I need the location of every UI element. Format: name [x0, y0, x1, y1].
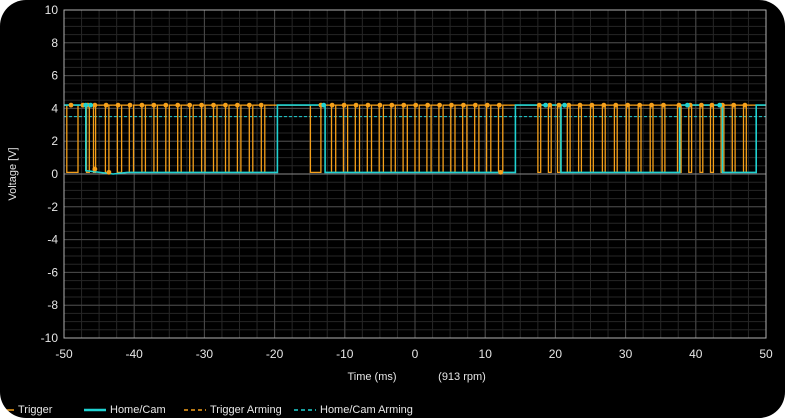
x-tick-label: -10: [336, 347, 354, 361]
trigger-marker: [68, 102, 74, 108]
trigger-marker: [329, 102, 335, 108]
trigger-marker: [106, 169, 112, 175]
trigger-marker: [425, 102, 431, 108]
legend-label-trigger-arming: Trigger Arming: [210, 404, 282, 416]
trigger-marker: [163, 102, 169, 108]
voltage-time-chart: -50 -40 -30 -20 -10 0 10 20 30 40 501086420-2-4-6-…: [7, 3, 773, 383]
homecam-marker: [562, 102, 567, 108]
trigger-marker: [536, 102, 542, 108]
trigger-marker: [353, 102, 359, 108]
trigger-marker: [341, 102, 347, 108]
x-tick-label: -20: [266, 347, 284, 361]
y-tick-label: -10: [41, 331, 59, 345]
y-tick-label: 8: [51, 36, 58, 50]
y-tick-label: 4: [51, 101, 58, 115]
legend-swatch-homecam: [84, 405, 106, 415]
homecam-marker: [83, 102, 89, 108]
trigger-marker: [377, 102, 383, 108]
homecam-marker: [684, 102, 690, 108]
trigger-marker: [637, 102, 643, 108]
trigger-marker: [211, 102, 216, 108]
trigger-marker: [601, 102, 607, 108]
y-tick-label: 0: [51, 167, 58, 181]
trigger-marker: [92, 102, 98, 108]
trigger-marker: [115, 102, 121, 108]
trigger-marker: [401, 102, 407, 108]
trigger-marker: [103, 102, 109, 108]
legend-item-homecam[interactable]: Home/Cam: [84, 402, 166, 418]
legend-label-homecam-arming: Home/Cam Arming: [320, 404, 413, 416]
grid: [63, 9, 767, 339]
trigger-marker: [484, 102, 490, 108]
x-tick-label: -30: [196, 347, 214, 361]
legend-swatch-trigger: [0, 405, 14, 415]
homecam-marker: [88, 102, 94, 108]
trigger-marker: [199, 102, 204, 108]
trigger-marker: [258, 102, 264, 108]
legend-swatch-trigger-arming: [184, 405, 206, 415]
x-tick-label: -50: [55, 347, 73, 361]
trigger-marker: [437, 102, 442, 108]
homecam-marker: [717, 102, 723, 108]
legend-item-trigger[interactable]: Trigger: [0, 402, 52, 418]
trigger-marker: [246, 102, 252, 108]
trigger-marker: [699, 102, 704, 108]
x-tick-label: 10: [479, 347, 493, 361]
y-tick-label: 6: [51, 69, 58, 83]
x-tick-label: 20: [549, 347, 563, 361]
homecam-marker: [321, 102, 327, 108]
x-tick-label: 50: [759, 347, 773, 361]
legend-item-homecam-arming[interactable]: Home/Cam Arming: [294, 402, 413, 418]
trigger-marker: [661, 102, 666, 108]
y-tick-label: -4: [47, 233, 58, 247]
x-tick-label: 30: [619, 347, 633, 361]
trigger-marker: [187, 102, 193, 108]
trigger-marker: [389, 102, 395, 108]
trigger-marker: [127, 102, 133, 108]
trigger-marker: [709, 102, 715, 108]
trigger-marker: [625, 102, 631, 108]
trigger-marker: [547, 102, 553, 108]
legend-item-trigger-arming[interactable]: Trigger Arming: [184, 402, 282, 418]
x-axis-rpm-note: (913 rpm): [438, 371, 486, 383]
y-tick-label: -8: [47, 298, 58, 312]
legend: Trigger Home/Cam Trigger Arming Home/Cam…: [0, 402, 785, 418]
x-axis-label: Time (ms): [347, 371, 396, 383]
trigger-marker: [449, 102, 454, 108]
trigger-marker: [556, 102, 562, 108]
trigger-marker: [461, 102, 466, 108]
trigger-marker: [676, 102, 682, 108]
chart-panel: -50 -40 -30 -20 -10 0 10 20 30 40 50 10 8 6 4 2 0 -2 -4 -6-…: [0, 0, 785, 418]
trigger-marker: [496, 102, 502, 108]
y-axis-label: Voltage [V]: [7, 147, 19, 200]
trigger-marker: [649, 102, 654, 108]
y-tick-label: 10: [45, 3, 59, 17]
trigger-marker: [742, 102, 748, 108]
x-tick-label: 0: [412, 347, 419, 361]
trigger-marker: [589, 102, 595, 108]
homecam-marker: [543, 102, 548, 108]
legend-label-trigger: Trigger: [18, 404, 53, 416]
trigger-marker: [498, 169, 504, 175]
trigger-marker: [223, 102, 228, 108]
trigger-marker: [577, 102, 583, 108]
trigger-marker: [566, 102, 572, 108]
y-tick-label: 2: [51, 134, 58, 148]
legend-label-homecam: Home/Cam: [110, 404, 166, 416]
trigger-marker: [139, 102, 145, 108]
legend-swatch-homecam-arming: [294, 405, 316, 415]
trigger-marker: [613, 102, 619, 108]
trigger-marker: [175, 102, 181, 108]
trigger-marker: [151, 102, 157, 108]
x-tick-label: -40: [126, 347, 144, 361]
trigger-marker: [731, 102, 737, 108]
x-tick-label: 40: [689, 347, 703, 361]
y-tick-label: -2: [47, 200, 58, 214]
trigger-marker: [92, 166, 98, 172]
trigger-marker: [234, 102, 240, 108]
trigger-marker: [472, 102, 478, 108]
trigger-marker: [365, 102, 371, 108]
trigger-marker: [413, 102, 419, 108]
y-tick-label: -6: [47, 265, 58, 279]
